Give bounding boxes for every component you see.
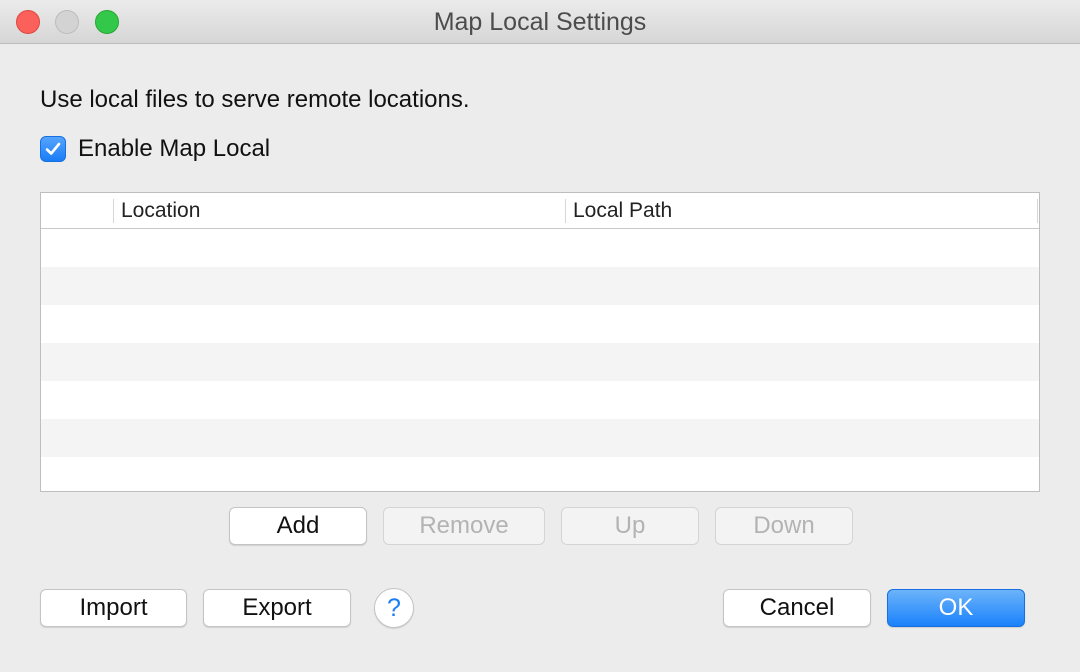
column-header-location[interactable]: Location xyxy=(121,193,200,228)
table-body[interactable] xyxy=(41,229,1039,491)
checkmark-icon xyxy=(45,142,61,155)
remove-button[interactable]: Remove xyxy=(383,507,545,545)
description-text: Use local files to serve remote location… xyxy=(40,86,470,113)
ok-button[interactable]: OK xyxy=(887,589,1025,627)
column-separator[interactable] xyxy=(113,199,114,223)
add-button[interactable]: Add xyxy=(229,507,367,545)
help-button[interactable]: ? xyxy=(374,588,414,628)
window-title: Map Local Settings xyxy=(433,8,647,36)
enable-map-local-label[interactable]: Enable Map Local xyxy=(78,135,270,163)
cancel-button[interactable]: Cancel xyxy=(723,589,871,627)
up-button[interactable]: Up xyxy=(561,507,699,545)
table-header: Location Local Path xyxy=(41,193,1039,229)
table-row[interactable] xyxy=(41,343,1039,381)
enable-map-local-row[interactable]: Enable Map Local xyxy=(40,134,270,164)
title-bar: Map Local Settings xyxy=(0,0,1080,44)
column-header-local-path[interactable]: Local Path xyxy=(573,193,672,228)
table-row[interactable] xyxy=(41,305,1039,343)
column-separator[interactable] xyxy=(565,199,566,223)
column-separator[interactable] xyxy=(1037,199,1038,223)
table-row[interactable] xyxy=(41,457,1039,491)
mappings-table[interactable]: Location Local Path xyxy=(40,192,1040,492)
enable-map-local-checkbox[interactable] xyxy=(40,136,66,162)
table-row[interactable] xyxy=(41,229,1039,267)
table-row[interactable] xyxy=(41,267,1039,305)
table-row[interactable] xyxy=(41,419,1039,457)
export-button[interactable]: Export xyxy=(203,589,351,627)
table-row[interactable] xyxy=(41,381,1039,419)
import-button[interactable]: Import xyxy=(40,589,187,627)
down-button[interactable]: Down xyxy=(715,507,853,545)
